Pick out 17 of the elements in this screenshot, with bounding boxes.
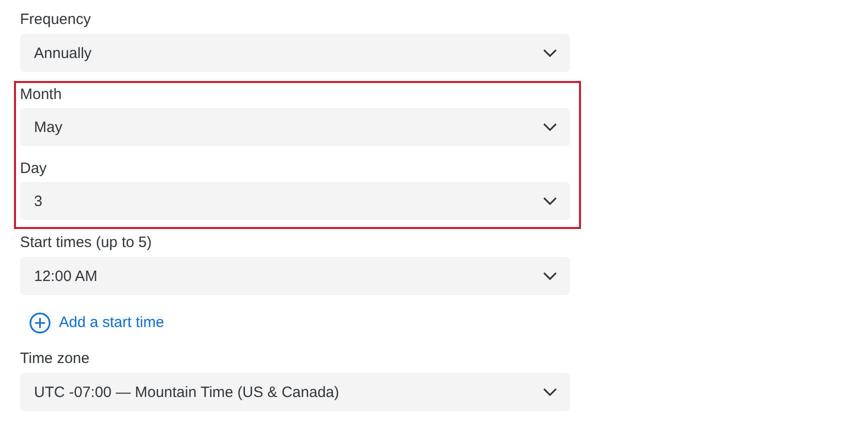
dropdown-select[interactable]: UTC -07:00 — Mountain Time (US & Canada) [20,373,570,411]
chevron-down-icon [543,197,557,205]
chevron-down-icon [543,388,557,396]
add-icon[interactable] [29,312,51,334]
dropdown-select[interactable]: May [20,108,570,146]
dropdown-select[interactable]: 12:00 AM [20,257,570,295]
chevron-down-icon [543,49,557,57]
chevron-down-icon [543,123,557,131]
field-label: Day [20,159,47,179]
dropdown-select[interactable]: 3 [20,182,570,220]
add-start-time-link[interactable]: Add a start time [59,313,164,333]
field-label: Time zone [20,349,90,369]
field-label: Start times (up to 5) [20,233,152,253]
field-label: Month [20,85,62,105]
dropdown-select[interactable]: Annually [20,34,570,72]
chevron-down-icon [543,272,557,280]
field-label: Frequency [20,10,91,30]
